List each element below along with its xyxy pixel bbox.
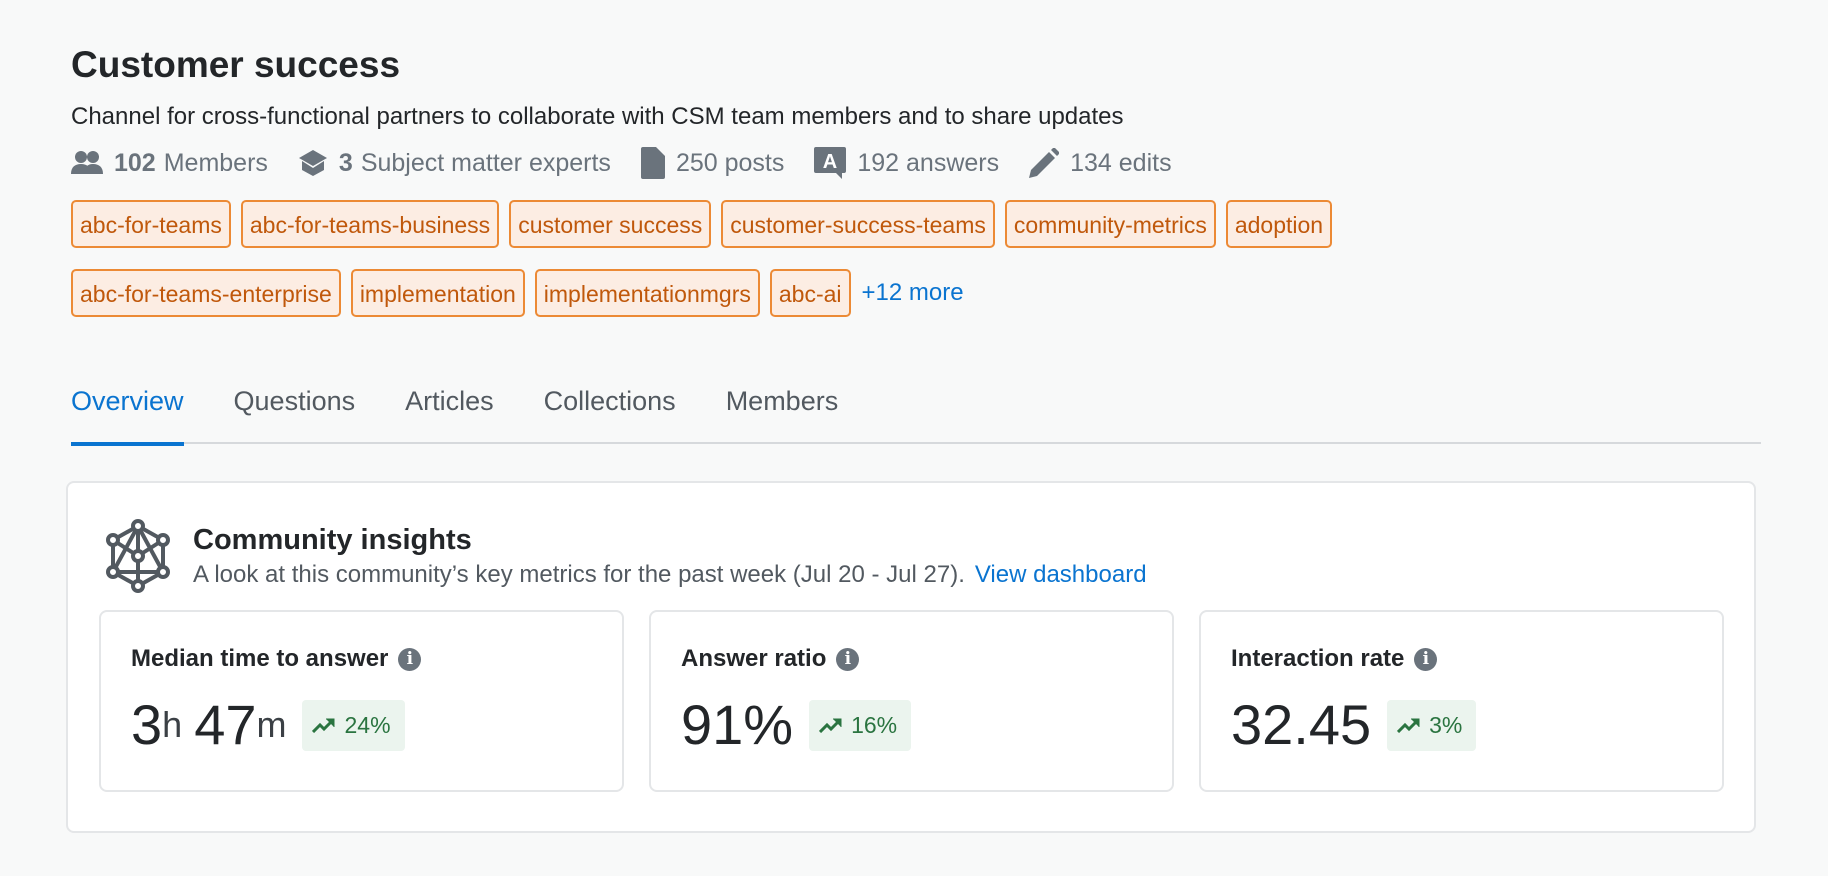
metric-cards: Median time to answer i 3 h 47 m 24% Ans… — [99, 610, 1724, 792]
stat-smes[interactable]: 3 Subject matter experts — [298, 148, 611, 178]
tag[interactable]: community-metrics — [1004, 200, 1216, 248]
tab-collections[interactable]: Collections — [544, 380, 676, 444]
tab-questions[interactable]: Questions — [234, 380, 356, 444]
trend-badge: 16% — [809, 699, 912, 751]
stat-label: 192 answers — [857, 148, 1000, 177]
metric-label-text: Median time to answer — [131, 645, 389, 672]
metric-card-median-time: Median time to answer i 3 h 47 m 24% — [99, 610, 624, 792]
metric-number: 91% — [681, 693, 794, 756]
info-icon[interactable]: i — [398, 647, 422, 671]
trending-up-icon — [1397, 718, 1420, 733]
tag[interactable]: abc-for-teams-enterprise — [71, 269, 341, 317]
info-icon[interactable]: i — [836, 647, 860, 671]
metric-label: Median time to answer i — [131, 645, 422, 673]
stat-label: Subject matter experts — [360, 148, 611, 177]
metric-minutes-unit: m — [256, 704, 287, 745]
page-title: Customer success — [71, 44, 401, 85]
tab-members[interactable]: Members — [726, 380, 839, 444]
metric-label-text: Answer ratio — [681, 645, 827, 672]
channel-description: Channel for cross-functional partners to… — [71, 103, 1124, 130]
metric-value: 3 h 47 m 24% — [131, 694, 405, 756]
tag[interactable]: customer success — [509, 200, 712, 248]
trend-value: 3% — [1429, 711, 1463, 738]
community-insights-panel: Community insights A look at this commun… — [66, 481, 1756, 833]
tag-list: abc-for-teams abc-for-teams-business cus… — [71, 200, 1571, 338]
stat-count: 102 — [114, 148, 156, 177]
metric-value: 32.45 3% — [1231, 693, 1477, 756]
metric-hours: 3 — [131, 693, 163, 756]
metric-value: 91% 16% — [681, 693, 912, 756]
stat-members[interactable]: 102 Members — [71, 149, 268, 178]
trend-value: 16% — [851, 711, 898, 738]
insights-title: Community insights — [193, 524, 472, 556]
network-icon — [106, 519, 170, 593]
trend-badge: 3% — [1387, 699, 1477, 751]
stat-label: Members — [163, 148, 268, 177]
tag[interactable]: abc-for-teams-business — [240, 200, 500, 248]
insights-header: Community insights A look at this commun… — [103, 518, 1147, 594]
trending-up-icon — [312, 718, 335, 733]
info-icon[interactable]: i — [1414, 647, 1438, 671]
answer-icon: A — [814, 147, 847, 179]
tag[interactable]: implementationmgrs — [534, 269, 760, 317]
tag[interactable]: implementation — [350, 269, 525, 317]
tab-overview[interactable]: Overview — [71, 380, 184, 446]
document-icon — [640, 147, 665, 179]
more-tags-link[interactable]: +12 more — [862, 269, 964, 317]
tag[interactable]: abc-for-teams — [71, 200, 231, 248]
stat-label: 250 posts — [675, 148, 785, 177]
tag[interactable]: abc-ai — [769, 269, 851, 317]
members-icon — [71, 151, 103, 174]
trending-up-icon — [819, 718, 842, 733]
metric-minutes: 47 — [194, 693, 257, 756]
metric-label: Interaction rate i — [1231, 645, 1438, 673]
tag[interactable]: customer-success-teams — [721, 200, 995, 248]
metric-hours-unit: h — [162, 704, 183, 745]
metric-number: 32.45 — [1231, 693, 1372, 756]
pencil-icon — [1029, 148, 1060, 178]
graduation-cap-icon — [298, 150, 327, 176]
stat-posts[interactable]: 250 posts — [640, 147, 785, 179]
insights-subtitle-text: A look at this community’s key metrics f… — [193, 561, 965, 588]
stat-edits[interactable]: 134 edits — [1029, 148, 1172, 178]
insights-subtitle: A look at this community’s key metrics f… — [193, 558, 1147, 592]
stat-answers[interactable]: A 192 answers — [814, 147, 999, 179]
tab-articles[interactable]: Articles — [405, 380, 494, 444]
trend-value: 24% — [344, 711, 391, 738]
channel-header: Customer success Channel for cross-funct… — [71, 40, 1761, 338]
metric-label-text: Interaction rate — [1231, 645, 1405, 672]
stat-count: 3 — [338, 148, 353, 177]
channel-stats: 102 Members 3 Subject matter experts 250… — [71, 146, 1761, 180]
stat-label: 134 edits — [1070, 148, 1172, 177]
svg-text:A: A — [823, 151, 837, 173]
metric-card-interaction-rate: Interaction rate i 32.45 3% — [1199, 610, 1724, 792]
metric-card-answer-ratio: Answer ratio i 91% 16% — [649, 610, 1174, 792]
metric-label: Answer ratio i — [681, 645, 860, 673]
tag[interactable]: adoption — [1225, 200, 1333, 248]
view-dashboard-link[interactable]: View dashboard — [975, 561, 1147, 588]
channel-tabs: Overview Questions Articles Collections … — [71, 380, 1761, 446]
trend-badge: 24% — [302, 699, 405, 751]
